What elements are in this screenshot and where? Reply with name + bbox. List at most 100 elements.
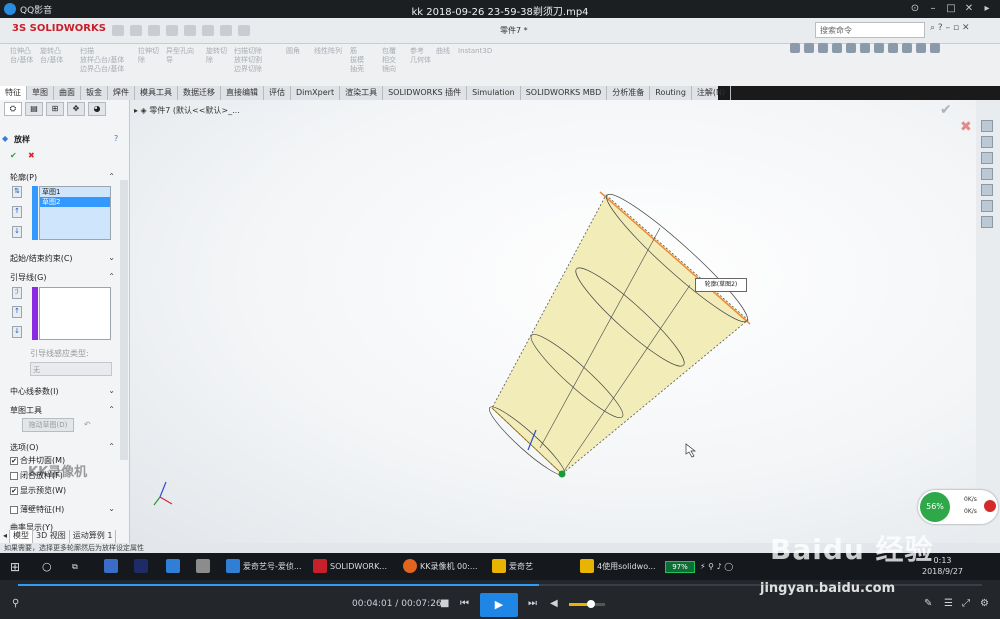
rebuild-icon[interactable] — [220, 25, 232, 36]
print-icon[interactable] — [166, 25, 178, 36]
close-icon[interactable]: ✕ — [962, 2, 976, 16]
command-label[interactable]: 镜向 — [382, 65, 396, 74]
tab-14[interactable]: 分析准备 — [607, 86, 651, 100]
command-label[interactable]: 异型孔向 — [166, 47, 194, 56]
hide-show-icon[interactable] — [874, 43, 884, 53]
start-end-constraints-label[interactable]: 起始/结束约束(C) — [10, 253, 73, 264]
settings-icon[interactable]: ⚙ — [980, 598, 989, 609]
command-label[interactable]: 拔模 — [350, 56, 364, 65]
thin-feature-checkbox[interactable]: 薄壁特征(H) — [10, 504, 64, 515]
tab-13[interactable]: SOLIDWORKS MBD — [521, 86, 608, 100]
tab-8[interactable]: 评估 — [264, 86, 291, 100]
chevron-down-icon[interactable]: ⌄ — [108, 253, 115, 262]
guides-list[interactable] — [39, 287, 111, 340]
previous-icon[interactable]: ⏮ — [460, 598, 469, 609]
help-icon[interactable]: ? — [938, 23, 943, 33]
open-icon[interactable] — [130, 25, 142, 36]
show-preview-checkbox[interactable]: ✔ 显示预览(W) — [10, 485, 66, 496]
tray-icons[interactable]: ⚡ ⚲ ♪ ◯ — [700, 557, 733, 577]
command-label[interactable]: 台/基体 — [10, 56, 33, 65]
pin-icon[interactable]: ⊙ — [908, 2, 922, 16]
view-palette-icon[interactable] — [981, 168, 993, 180]
command-label[interactable]: 除 — [206, 56, 227, 65]
save-icon[interactable] — [148, 25, 160, 36]
tab-16[interactable]: 注解(N) — [692, 86, 732, 100]
custom-properties-icon[interactable] — [981, 200, 993, 212]
kk-recorder-icon[interactable] — [403, 559, 417, 573]
panel-scrollbar[interactable] — [120, 180, 128, 460]
command-group[interactable]: 筋拔模 抽壳 — [350, 47, 364, 83]
command-label[interactable]: 除 — [138, 56, 159, 65]
command-group[interactable]: 包覆 相交 镜向 — [382, 47, 396, 83]
next-icon[interactable]: ⏭ — [528, 598, 537, 609]
tab-6[interactable]: 数据迁移 — [178, 86, 221, 100]
monitor-icon[interactable] — [930, 43, 940, 53]
profiles-section-label[interactable]: 轮廓(P) — [10, 172, 37, 183]
command-label[interactable]: 放样切割 — [234, 56, 262, 65]
tab-3[interactable]: 钣金 — [81, 86, 108, 100]
help-button[interactable]: ? — [114, 134, 118, 143]
command-group[interactable]: 旋转切除 — [206, 47, 227, 83]
options-icon[interactable] — [238, 25, 250, 36]
menu-arrow-icon[interactable]: ▸ — [980, 2, 994, 16]
task-view-icon[interactable]: ⧉ — [72, 557, 78, 577]
cancel-button[interactable]: ✖ — [28, 151, 35, 160]
command-group[interactable]: 拉伸凸 台/基体 — [10, 47, 33, 83]
section-view-icon[interactable] — [832, 43, 842, 53]
playlist-icon[interactable]: ☰ — [944, 598, 953, 609]
folder-icon[interactable] — [492, 559, 506, 573]
folder-icon[interactable] — [580, 559, 594, 573]
command-label[interactable]: 扫描 — [80, 47, 124, 56]
confirm-corner-cancel-icon[interactable]: ✖ — [960, 119, 972, 135]
guide-influence-select[interactable]: 无 — [30, 362, 112, 376]
appearances-icon[interactable] — [981, 184, 993, 196]
command-label[interactable]: 旋转切 — [206, 47, 227, 56]
command-label[interactable]: 线性阵列 — [314, 47, 342, 56]
command-label[interactable]: 相交 — [382, 56, 396, 65]
connector-handle[interactable] — [558, 470, 566, 478]
command-label[interactable]: 放样凸台/基体 — [80, 56, 124, 65]
tab-2[interactable]: 曲面 — [54, 86, 81, 100]
options-section-label[interactable]: 选项(O) — [10, 442, 39, 453]
select-icon[interactable] — [202, 25, 214, 36]
command-group[interactable]: Instant3D — [458, 47, 492, 83]
taskbar-item[interactable]: SOLIDWORK... — [330, 557, 387, 577]
tools-icon[interactable]: ✎ — [924, 598, 932, 609]
tab-11[interactable]: SOLIDWORKS 插件 — [383, 86, 468, 100]
sketch-tools-label[interactable]: 草图工具 — [10, 405, 42, 416]
drag-sketch-button[interactable]: 拖动草图(D) — [22, 418, 74, 432]
command-group[interactable]: 扫描切除 放样切割 边界切除 — [234, 47, 262, 83]
tab-15[interactable]: Routing — [650, 86, 692, 100]
browser-icon[interactable] — [226, 559, 240, 573]
command-label[interactable]: 几何体 — [410, 56, 431, 65]
move-up-icon[interactable]: ↑ — [12, 206, 22, 218]
tab-model[interactable]: 模型 — [10, 530, 33, 543]
tab-motion-study[interactable]: 运动算例 1 — [70, 530, 117, 543]
battery-indicator[interactable]: 97% — [665, 561, 695, 573]
chevron-up-icon[interactable]: ⌃ — [108, 272, 115, 281]
volume-slider[interactable] — [569, 600, 605, 608]
command-label[interactable]: 边界凸台/基体 — [80, 65, 124, 74]
minimize-sw-icon[interactable]: – — [946, 23, 951, 33]
play-button[interactable]: ▶ — [480, 593, 518, 617]
profile-item[interactable]: 草图1 — [40, 187, 110, 197]
feature-tree-tab-icon[interactable]: ⛭ — [4, 102, 22, 116]
ok-button[interactable]: ✔ — [10, 151, 17, 160]
tab-5[interactable]: 模具工具 — [135, 86, 178, 100]
scene-icon[interactable] — [902, 43, 912, 53]
volume-icon[interactable]: ◀ — [550, 598, 558, 609]
volume-handle[interactable] — [587, 600, 596, 608]
command-group[interactable]: 线性阵列 — [314, 47, 342, 83]
command-label[interactable]: 圆角 — [286, 47, 300, 56]
display-tab-icon[interactable]: ◕ — [88, 102, 106, 116]
undo-sketch-drag-icon[interactable]: ↶ — [84, 420, 91, 429]
close-sw-icon[interactable]: ✕ — [962, 23, 970, 33]
view-orientation-icon[interactable] — [846, 43, 856, 53]
chevron-up-icon[interactable]: ⌃ — [108, 442, 115, 451]
profile-item-selected[interactable]: 草图2 — [40, 197, 110, 207]
taskbar-item[interactable]: 爱奇艺 — [509, 557, 533, 577]
zoom-area-icon[interactable] — [804, 43, 814, 53]
command-label[interactable]: 导 — [166, 56, 194, 65]
command-label[interactable]: 筋 — [350, 47, 364, 56]
tab-12[interactable]: Simulation — [467, 86, 521, 100]
